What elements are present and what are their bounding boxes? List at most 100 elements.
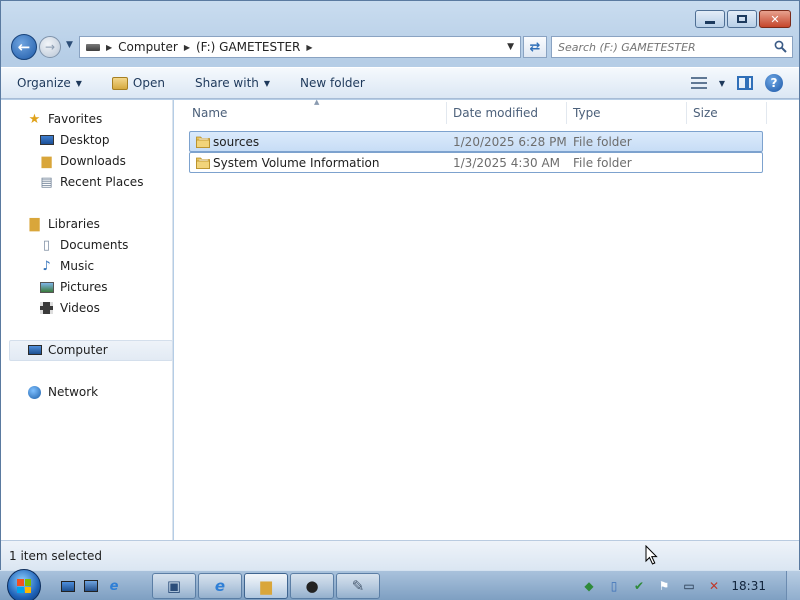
back-arrow-icon: ← — [17, 38, 31, 56]
close-icon: ✕ — [770, 12, 780, 26]
network-status-icon[interactable]: ▭ — [681, 578, 697, 594]
view-controls: ▼ ? — [690, 74, 783, 92]
show-desktop-button[interactable] — [786, 571, 800, 600]
show-desktop-quicklaunch-icon[interactable] — [60, 578, 76, 594]
view-options-icon[interactable] — [690, 77, 707, 89]
column-divider[interactable] — [686, 102, 687, 124]
file-row[interactable]: System Volume Information 1/3/2025 4:30 … — [189, 152, 763, 173]
column-header-size[interactable]: Size — [693, 106, 718, 120]
navpane-label: Videos — [60, 301, 100, 315]
star-icon: ★ — [28, 111, 41, 127]
navpane-item-downloads[interactable]: ▆ Downloads — [39, 151, 126, 171]
taskbar-button-windows-explorer[interactable]: ▆ — [244, 573, 288, 599]
navpane-label: Computer — [48, 343, 108, 357]
taskbar-button-media[interactable]: ● — [290, 573, 334, 599]
internet-explorer-icon: e — [214, 577, 226, 595]
navpane-item-music[interactable]: ♪ Music — [39, 256, 94, 276]
pictures-icon — [39, 280, 54, 295]
network-tray-icon[interactable]: ◆ — [581, 578, 597, 594]
column-header-name[interactable]: Name — [192, 106, 227, 120]
column-header-type[interactable]: Type — [573, 106, 601, 120]
recent-places-icon: ▤ — [40, 174, 53, 190]
taskbar-button-system[interactable]: ▣ — [152, 573, 196, 599]
organize-button[interactable]: Organize ▼ — [17, 76, 82, 90]
clock[interactable]: 18:31 — [731, 579, 766, 593]
column-divider[interactable] — [566, 102, 567, 124]
breadcrumb-computer[interactable]: Computer — [118, 40, 178, 54]
view-dropdown-icon[interactable]: ▼ — [719, 79, 725, 88]
forward-button[interactable]: → — [39, 36, 61, 58]
column-header-date-modified[interactable]: Date modified — [453, 106, 538, 120]
start-button[interactable] — [7, 569, 41, 600]
back-button[interactable]: ← — [11, 34, 37, 60]
chevron-down-icon: ▼ — [66, 40, 73, 50]
file-list: ▲ Name Date modified Type Size sources 1… — [174, 98, 799, 540]
minimize-button[interactable] — [695, 10, 725, 28]
mouse-cursor-icon — [645, 545, 658, 565]
maximize-button[interactable] — [727, 10, 757, 28]
new-folder-label: New folder — [300, 76, 365, 90]
status-text: 1 item selected — [9, 548, 103, 563]
maximize-icon — [737, 15, 747, 23]
navpane-label: Music — [60, 259, 95, 273]
navpane-item-pictures[interactable]: Pictures — [39, 277, 108, 297]
folder-task-icon: ▆ — [260, 577, 272, 595]
documents-icon: ▯ — [42, 237, 51, 253]
column-divider[interactable] — [446, 102, 447, 124]
address-dropdown-icon[interactable]: ▼ — [507, 42, 514, 52]
close-button[interactable]: ✕ — [759, 10, 791, 28]
document-tray-icon[interactable]: ▯ — [606, 578, 622, 594]
navpane-item-videos[interactable]: Videos — [39, 298, 100, 318]
action-center-flag-icon[interactable]: ⚑ — [656, 578, 672, 594]
navpane-item-network[interactable]: Network — [27, 382, 98, 402]
breadcrumb-drive[interactable]: (F:) GAMETESTER — [196, 40, 300, 54]
system-tray: ◆ ▯ ✔ ⚑ ▭ ✕ — [581, 578, 722, 594]
folder-icon — [196, 157, 210, 169]
navpane-label: Downloads — [60, 154, 126, 168]
navpane-item-favorites[interactable]: ★ Favorites — [27, 109, 103, 129]
refresh-icon: ⇄ — [529, 39, 541, 55]
help-icon[interactable]: ? — [765, 74, 783, 92]
music-icon: ♪ — [42, 258, 51, 274]
security-tray-icon[interactable]: ✔ — [631, 578, 647, 594]
volume-muted-icon[interactable]: ✕ — [706, 578, 722, 594]
search-icon[interactable] — [774, 40, 787, 53]
recent-pages-button[interactable]: ▼ — [66, 40, 73, 50]
file-name: System Volume Information — [213, 156, 380, 170]
navpane-item-desktop[interactable]: Desktop — [39, 130, 110, 150]
breadcrumb-separator-icon[interactable]: ▶ — [306, 43, 312, 52]
file-row[interactable]: sources 1/20/2025 6:28 PM File folder — [189, 131, 763, 152]
file-date-modified: 1/20/2025 6:28 PM — [453, 135, 567, 149]
share-with-button[interactable]: Share with ▼ — [195, 76, 270, 90]
navpane-label: Pictures — [60, 280, 108, 294]
folder-open-icon — [111, 76, 128, 90]
address-bar[interactable]: ▶ Computer ▶ (F:) GAMETESTER ▶ ▼ — [79, 36, 521, 58]
navpane-label: Favorites — [48, 112, 103, 126]
share-with-label: Share with — [194, 76, 259, 90]
new-folder-button[interactable]: New folder — [300, 76, 365, 90]
taskbar-button-tool[interactable]: ✎ — [336, 573, 380, 599]
folder-icon — [196, 136, 210, 148]
sort-indicator-icon: ▲ — [314, 98, 320, 106]
navpane-item-recent-places[interactable]: ▤ Recent Places — [39, 172, 143, 192]
windows-logo-icon — [17, 579, 31, 593]
breadcrumb-separator-icon[interactable]: ▶ — [106, 43, 112, 52]
navpane-item-documents[interactable]: ▯ Documents — [39, 235, 129, 255]
taskbar-button-internet-explorer[interactable]: e — [198, 573, 242, 599]
navpane-item-computer[interactable]: Computer — [27, 340, 108, 360]
navigation-bar: ← → ▼ ▶ Computer ▶ (F:) GAMETESTER ▶ ▼ ⇄ — [9, 33, 793, 61]
preview-pane-icon[interactable] — [737, 76, 753, 90]
column-divider[interactable] — [766, 102, 767, 124]
navpane-label: Libraries — [48, 217, 100, 231]
search-box[interactable] — [551, 36, 793, 58]
libraries-icon: ▇ — [29, 216, 40, 232]
open-button[interactable]: Open — [111, 76, 165, 90]
internet-explorer-quicklaunch-icon[interactable]: e — [106, 578, 122, 594]
minimize-icon — [705, 20, 715, 24]
switch-windows-quicklaunch-icon[interactable] — [83, 578, 99, 594]
search-input[interactable] — [558, 40, 768, 54]
refresh-button[interactable]: ⇄ — [523, 36, 547, 58]
navpane-label: Recent Places — [60, 175, 144, 189]
navpane-item-libraries[interactable]: ▇ Libraries — [27, 214, 100, 234]
breadcrumb-separator-icon[interactable]: ▶ — [184, 43, 190, 52]
